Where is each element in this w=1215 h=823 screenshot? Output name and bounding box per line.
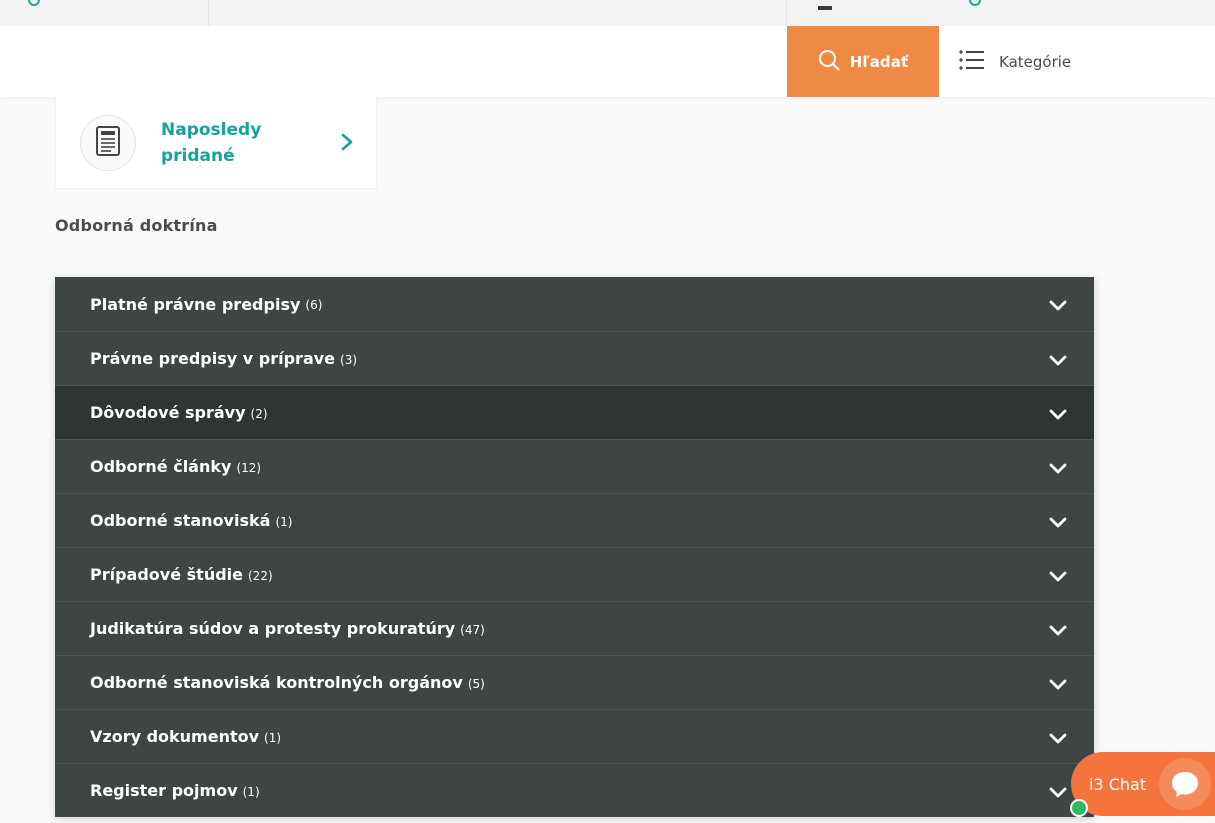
online-status-dot xyxy=(1070,799,1088,817)
accordion-row[interactable]: Vzory dokumentov (1) xyxy=(55,709,1094,763)
accordion-row-count: (2) xyxy=(250,406,268,421)
accordion-row-count: (6) xyxy=(305,298,323,312)
section-title: Odborná doktrína xyxy=(55,216,218,235)
document-icon xyxy=(95,126,121,160)
accordion-row-name: Odborné stanoviská kontrolných orgánov xyxy=(90,673,463,692)
accordion-row[interactable]: Odborné články (12) xyxy=(55,439,1094,493)
accordion-row-count: (12) xyxy=(236,460,262,475)
accordion-row-count: (3) xyxy=(340,352,358,367)
search-icon xyxy=(818,49,840,75)
recently-added-title: Naposledy pridané xyxy=(161,120,262,166)
chevron-down-icon[interactable] xyxy=(1049,297,1067,316)
top-nav-strip xyxy=(0,0,1215,26)
search-button-label: Hľadať xyxy=(849,52,909,71)
accordion-row[interactable]: Prípadové štúdie (22) xyxy=(55,547,1094,601)
accordion-row[interactable]: Právne predpisy v príprave (3) xyxy=(55,331,1094,385)
accordion-row-count: (1) xyxy=(275,514,293,529)
chat-label: i3 Chat xyxy=(1089,774,1147,794)
list-menu-icon xyxy=(959,49,985,74)
top-nav-icon xyxy=(28,0,40,6)
accordion-row-name: Odborné články xyxy=(90,457,232,476)
accordion-row[interactable]: Odborné stanoviská (1) xyxy=(55,493,1094,547)
chat-bubble-icon xyxy=(1159,758,1211,810)
chevron-down-icon[interactable] xyxy=(1049,784,1067,803)
chevron-down-icon[interactable] xyxy=(1049,622,1067,641)
categories-button[interactable]: Kategórie xyxy=(939,26,1099,97)
top-nav-divider xyxy=(786,0,787,26)
accordion-row-name: Dôvodové správy xyxy=(90,403,246,422)
chevron-right-icon xyxy=(340,132,354,156)
accordion-row-count: (47) xyxy=(460,622,485,637)
chevron-down-icon[interactable] xyxy=(1049,676,1067,695)
accordion-row-count: (5) xyxy=(467,676,485,691)
accordion-row[interactable]: Platné právne predpisy (6) xyxy=(55,277,1094,331)
chevron-down-icon[interactable] xyxy=(1049,730,1067,749)
chevron-down-icon[interactable] xyxy=(1049,514,1067,533)
accordion-row-name: Vzory dokumentov xyxy=(90,727,260,746)
accordion-row[interactable]: Judikatúra súdov a protesty prokuratúry … xyxy=(55,601,1094,655)
accordion-row-name: Právne predpisy v príprave xyxy=(90,349,336,368)
header-bar: Hľadať Kategórie xyxy=(0,26,1215,97)
accordion-row-name: Platné právne predpisy xyxy=(90,294,301,314)
chevron-down-icon[interactable] xyxy=(1049,568,1067,587)
accordion-row-name: Prípadové štúdie xyxy=(90,565,243,584)
category-accordion: Platné právne predpisy (6) Právne predpi… xyxy=(55,277,1094,817)
categories-label: Kategórie xyxy=(999,52,1072,71)
accordion-row-name: Register pojmov xyxy=(90,781,238,800)
chevron-down-icon[interactable] xyxy=(1049,352,1067,371)
chat-widget-button[interactable]: i3 Chat xyxy=(1071,752,1215,816)
chevron-down-icon[interactable] xyxy=(1049,406,1067,425)
accordion-row-name: Odborné stanoviská xyxy=(90,511,271,530)
accordion-row[interactable]: Register pojmov (1) xyxy=(55,763,1094,817)
document-icon-circle xyxy=(80,115,136,171)
accordion-row-count: (1) xyxy=(242,784,260,799)
recently-added-card[interactable]: Naposledy pridané xyxy=(55,97,377,189)
accordion-row-name: Judikatúra súdov a protesty prokuratúry xyxy=(90,619,456,638)
accordion-row-active[interactable]: Dôvodové správy (2) xyxy=(55,385,1094,439)
accordion-row-count: (1) xyxy=(264,730,282,745)
chevron-down-icon[interactable] xyxy=(1049,460,1067,479)
top-nav-divider xyxy=(208,0,209,26)
accordion-row-count: (22) xyxy=(248,568,273,583)
accordion-row[interactable]: Odborné stanoviská kontrolných orgánov (… xyxy=(55,655,1094,709)
top-nav-icon xyxy=(969,0,981,6)
top-nav-icon xyxy=(818,6,832,10)
search-button[interactable]: Hľadať xyxy=(787,26,939,97)
